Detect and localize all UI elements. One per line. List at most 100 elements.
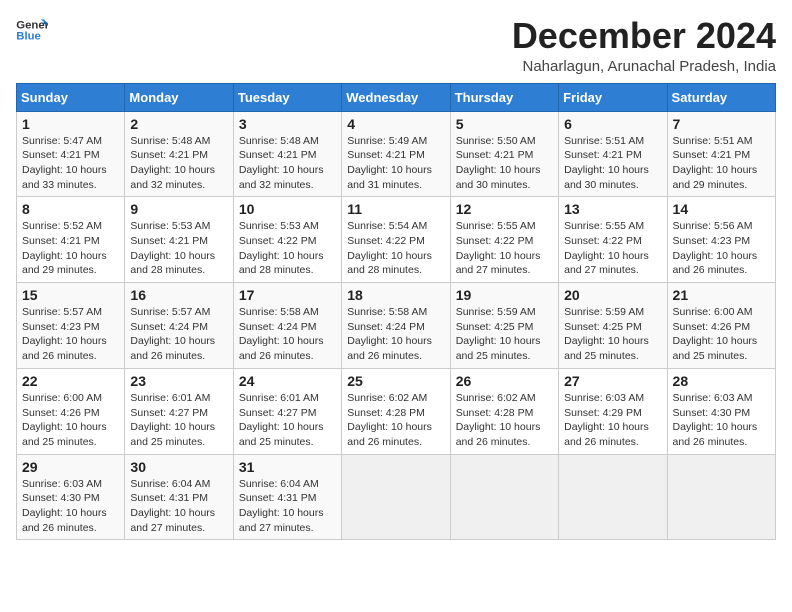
calendar-cell xyxy=(342,454,450,540)
calendar-cell: 26Sunrise: 6:02 AM Sunset: 4:28 PM Dayli… xyxy=(450,368,558,454)
day-number: 6 xyxy=(564,116,661,132)
day-detail: Sunrise: 6:04 AM Sunset: 4:31 PM Dayligh… xyxy=(239,477,336,536)
day-detail: Sunrise: 5:48 AM Sunset: 4:21 PM Dayligh… xyxy=(239,134,336,193)
day-detail: Sunrise: 5:53 AM Sunset: 4:22 PM Dayligh… xyxy=(239,219,336,278)
calendar-week-3: 15 Sunrise: 5:57 AM Sunset: 4:23 PM Dayli… xyxy=(17,283,776,369)
title-block: December 2024 Naharlagun, Arunachal Prad… xyxy=(512,16,776,75)
weekday-header-thursday: Thursday xyxy=(450,83,558,111)
calendar-cell xyxy=(667,454,775,540)
day-detail: Sunrise: 5:58 AM Sunset: 4:24 PM Dayligh… xyxy=(347,305,444,364)
calendar-cell: 6 Sunrise: 5:51 AM Sunset: 4:21 PM Daylig… xyxy=(559,111,667,197)
calendar-cell: 2Sunrise: 5:48 AM Sunset: 4:21 PM Daylig… xyxy=(125,111,233,197)
day-detail: Sunrise: 5:55 AM Sunset: 4:22 PM Dayligh… xyxy=(456,219,553,278)
calendar-cell: 29Sunrise: 6:03 AM Sunset: 4:30 PM Dayli… xyxy=(17,454,125,540)
calendar-cell: 18 Sunrise: 5:58 AM Sunset: 4:24 PM Dayli… xyxy=(342,283,450,369)
calendar-cell xyxy=(559,454,667,540)
calendar-cell: 19 Sunrise: 5:59 AM Sunset: 4:25 PM Dayli… xyxy=(450,283,558,369)
day-number: 28 xyxy=(673,373,770,389)
day-number: 1 xyxy=(22,116,119,132)
day-detail: Sunrise: 5:47 AM Sunset: 4:21 PM Dayligh… xyxy=(22,134,119,193)
calendar-cell: 11Sunrise: 5:54 AM Sunset: 4:22 PM Dayli… xyxy=(342,197,450,283)
day-number: 26 xyxy=(456,373,553,389)
calendar-cell: 23 Sunrise: 6:01 AM Sunset: 4:27 PM Dayli… xyxy=(125,368,233,454)
day-number: 16 xyxy=(130,287,227,303)
day-number: 30 xyxy=(130,459,227,475)
day-detail: Sunrise: 5:48 AM Sunset: 4:21 PM Dayligh… xyxy=(130,134,227,193)
day-number: 23 xyxy=(130,373,227,389)
calendar-cell: 5 Sunrise: 5:50 AM Sunset: 4:21 PM Daylig… xyxy=(450,111,558,197)
calendar-cell: 20Sunrise: 5:59 AM Sunset: 4:25 PM Dayli… xyxy=(559,283,667,369)
day-detail: Sunrise: 5:57 AM Sunset: 4:24 PM Dayligh… xyxy=(130,305,227,364)
calendar-week-1: 1 Sunrise: 5:47 AM Sunset: 4:21 PM Daylig… xyxy=(17,111,776,197)
calendar-cell: 31 Sunrise: 6:04 AM Sunset: 4:31 PM Dayli… xyxy=(233,454,341,540)
calendar-cell: 14 Sunrise: 5:56 AM Sunset: 4:23 PM Dayli… xyxy=(667,197,775,283)
logo-icon: General Blue xyxy=(16,16,48,44)
day-number: 11 xyxy=(347,201,444,217)
location-subtitle: Naharlagun, Arunachal Pradesh, India xyxy=(512,58,776,75)
day-number: 19 xyxy=(456,287,553,303)
day-number: 15 xyxy=(22,287,119,303)
weekday-header-wednesday: Wednesday xyxy=(342,83,450,111)
day-number: 10 xyxy=(239,201,336,217)
calendar-cell xyxy=(450,454,558,540)
calendar-cell: 21 Sunrise: 6:00 AM Sunset: 4:26 PM Dayli… xyxy=(667,283,775,369)
day-number: 12 xyxy=(456,201,553,217)
day-detail: Sunrise: 5:58 AM Sunset: 4:24 PM Dayligh… xyxy=(239,305,336,364)
calendar-cell: 13Sunrise: 5:55 AM Sunset: 4:22 PM Dayli… xyxy=(559,197,667,283)
day-detail: Sunrise: 6:04 AM Sunset: 4:31 PM Dayligh… xyxy=(130,477,227,536)
day-number: 21 xyxy=(673,287,770,303)
calendar-cell: 28 Sunrise: 6:03 AM Sunset: 4:30 PM Dayli… xyxy=(667,368,775,454)
day-detail: Sunrise: 6:03 AM Sunset: 4:30 PM Dayligh… xyxy=(22,477,119,536)
day-number: 8 xyxy=(22,201,119,217)
calendar-cell: 9 Sunrise: 5:53 AM Sunset: 4:21 PM Daylig… xyxy=(125,197,233,283)
calendar-cell: 16 Sunrise: 5:57 AM Sunset: 4:24 PM Dayli… xyxy=(125,283,233,369)
day-number: 25 xyxy=(347,373,444,389)
day-number: 9 xyxy=(130,201,227,217)
weekday-header-tuesday: Tuesday xyxy=(233,83,341,111)
calendar-cell: 30 Sunrise: 6:04 AM Sunset: 4:31 PM Dayli… xyxy=(125,454,233,540)
weekday-header-monday: Monday xyxy=(125,83,233,111)
day-number: 17 xyxy=(239,287,336,303)
day-detail: Sunrise: 6:03 AM Sunset: 4:30 PM Dayligh… xyxy=(673,391,770,450)
page-header: General Blue December 2024 Naharlagun, A… xyxy=(16,16,776,75)
day-detail: Sunrise: 5:59 AM Sunset: 4:25 PM Dayligh… xyxy=(456,305,553,364)
calendar-cell: 27 Sunrise: 6:03 AM Sunset: 4:29 PM Dayli… xyxy=(559,368,667,454)
day-detail: Sunrise: 5:57 AM Sunset: 4:23 PM Dayligh… xyxy=(22,305,119,364)
day-number: 5 xyxy=(456,116,553,132)
day-number: 4 xyxy=(347,116,444,132)
day-detail: Sunrise: 5:50 AM Sunset: 4:21 PM Dayligh… xyxy=(456,134,553,193)
day-detail: Sunrise: 6:00 AM Sunset: 4:26 PM Dayligh… xyxy=(22,391,119,450)
day-detail: Sunrise: 5:52 AM Sunset: 4:21 PM Dayligh… xyxy=(22,219,119,278)
day-detail: Sunrise: 6:03 AM Sunset: 4:29 PM Dayligh… xyxy=(564,391,661,450)
day-detail: Sunrise: 5:53 AM Sunset: 4:21 PM Dayligh… xyxy=(130,219,227,278)
weekday-header-saturday: Saturday xyxy=(667,83,775,111)
svg-text:Blue: Blue xyxy=(16,31,41,43)
weekday-header-row: SundayMondayTuesdayWednesdayThursdayFrid… xyxy=(17,83,776,111)
logo: General Blue xyxy=(16,16,48,44)
calendar-cell: 22Sunrise: 6:00 AM Sunset: 4:26 PM Dayli… xyxy=(17,368,125,454)
day-detail: Sunrise: 5:51 AM Sunset: 4:21 PM Dayligh… xyxy=(673,134,770,193)
day-number: 18 xyxy=(347,287,444,303)
day-detail: Sunrise: 6:00 AM Sunset: 4:26 PM Dayligh… xyxy=(673,305,770,364)
day-detail: Sunrise: 5:49 AM Sunset: 4:21 PM Dayligh… xyxy=(347,134,444,193)
month-title: December 2024 xyxy=(512,16,776,56)
day-number: 24 xyxy=(239,373,336,389)
day-number: 7 xyxy=(673,116,770,132)
calendar-cell: 24Sunrise: 6:01 AM Sunset: 4:27 PM Dayli… xyxy=(233,368,341,454)
day-number: 31 xyxy=(239,459,336,475)
calendar-cell: 8 Sunrise: 5:52 AM Sunset: 4:21 PM Daylig… xyxy=(17,197,125,283)
calendar-table: SundayMondayTuesdayWednesdayThursdayFrid… xyxy=(16,83,776,541)
calendar-cell: 7 Sunrise: 5:51 AM Sunset: 4:21 PM Daylig… xyxy=(667,111,775,197)
day-number: 14 xyxy=(673,201,770,217)
day-detail: Sunrise: 5:55 AM Sunset: 4:22 PM Dayligh… xyxy=(564,219,661,278)
calendar-cell: 15 Sunrise: 5:57 AM Sunset: 4:23 PM Dayli… xyxy=(17,283,125,369)
calendar-cell: 10 Sunrise: 5:53 AM Sunset: 4:22 PM Dayli… xyxy=(233,197,341,283)
weekday-header-sunday: Sunday xyxy=(17,83,125,111)
day-detail: Sunrise: 6:02 AM Sunset: 4:28 PM Dayligh… xyxy=(347,391,444,450)
day-number: 3 xyxy=(239,116,336,132)
calendar-week-5: 29Sunrise: 6:03 AM Sunset: 4:30 PM Dayli… xyxy=(17,454,776,540)
day-detail: Sunrise: 6:01 AM Sunset: 4:27 PM Dayligh… xyxy=(130,391,227,450)
day-detail: Sunrise: 5:51 AM Sunset: 4:21 PM Dayligh… xyxy=(564,134,661,193)
day-number: 27 xyxy=(564,373,661,389)
day-detail: Sunrise: 5:56 AM Sunset: 4:23 PM Dayligh… xyxy=(673,219,770,278)
